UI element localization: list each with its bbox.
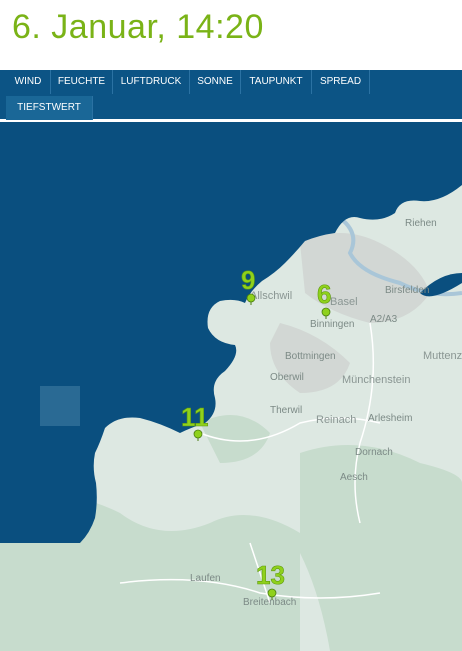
page-title: 6. Januar, 14:20 [12, 8, 264, 46]
place-label: Riehen [405, 218, 437, 229]
tab-taupunkt[interactable]: TAUPUNKT [241, 70, 312, 94]
place-label: Birsfelden [385, 285, 429, 296]
place-label: Therwil [270, 405, 302, 416]
place-label: Muttenz [423, 350, 462, 362]
place-label: Münchenstein [342, 374, 411, 386]
map-pin-icon [267, 588, 277, 598]
place-label: Laufen [190, 573, 221, 584]
marker-value: 11 [181, 402, 209, 432]
place-label: Bottmingen [285, 351, 336, 362]
place-label: Aesch [340, 472, 368, 483]
weather-map[interactable]: Riehen Allschwil Basel Birsfelden A2/A3 … [0, 123, 462, 651]
map-pin-icon [193, 429, 203, 439]
map-pin-icon [321, 307, 331, 317]
place-label: Binningen [310, 319, 354, 330]
place-label: Reinach [316, 414, 356, 426]
tab-wind[interactable]: WIND [6, 70, 51, 94]
tab-spread[interactable]: SPREAD [312, 70, 370, 94]
place-label: Basel [330, 296, 358, 308]
marker-value: 9 [241, 265, 255, 295]
marker-value: 6 [317, 279, 331, 309]
tab-feuchte[interactable]: FEUCHTE [51, 70, 113, 94]
tab-sonne[interactable]: SONNE [190, 70, 241, 94]
tab-luftdruck[interactable]: LUFTDRUCK [113, 70, 190, 94]
tab-tiefstwert[interactable]: TIEFSTWERT [6, 96, 93, 120]
map-pin-icon [246, 293, 256, 303]
map-tile-highlight [40, 386, 80, 426]
place-label: A2/A3 [370, 314, 398, 325]
place-label: Allschwil [250, 290, 292, 302]
place-label: Dornach [355, 447, 393, 458]
place-label: Breitenbach [243, 597, 296, 608]
marker-value: 13 [256, 560, 285, 590]
place-label: Oberwil [270, 372, 304, 383]
parameter-tab-bar: WIND FEUCHTE LUFTDRUCK SONNE TAUPUNKT SP… [0, 70, 462, 120]
place-label: Arlesheim [368, 413, 412, 424]
